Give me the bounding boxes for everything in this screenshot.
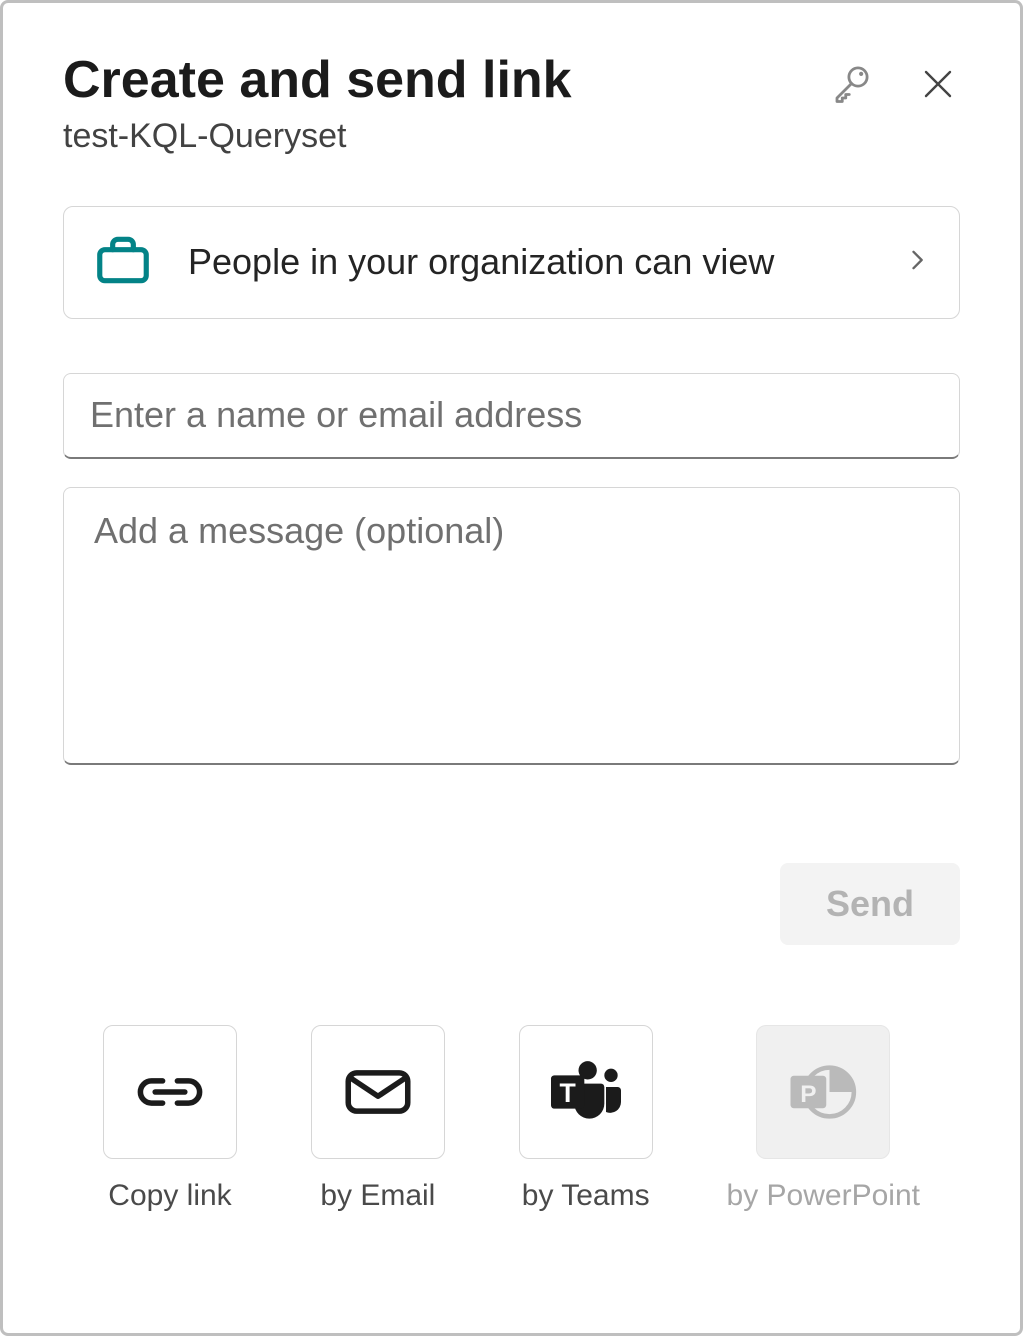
by-teams-option[interactable]: T by Teams bbox=[519, 1025, 653, 1213]
chevron-right-icon bbox=[903, 246, 931, 279]
send-row: Send bbox=[63, 863, 960, 945]
teams-tile: T bbox=[519, 1025, 653, 1159]
svg-text:P: P bbox=[801, 1081, 817, 1108]
message-input[interactable] bbox=[63, 487, 960, 765]
copy-link-label: Copy link bbox=[108, 1179, 231, 1213]
by-email-option[interactable]: by Email bbox=[311, 1025, 445, 1213]
send-button[interactable]: Send bbox=[780, 863, 960, 945]
close-button[interactable] bbox=[916, 62, 960, 106]
share-options: Copy link by Email T bbox=[63, 1025, 960, 1213]
powerpoint-tile: P bbox=[756, 1025, 890, 1159]
email-tile bbox=[311, 1025, 445, 1159]
powerpoint-icon: P bbox=[784, 1057, 862, 1127]
by-powerpoint-option[interactable]: P by PowerPoint bbox=[727, 1025, 920, 1213]
copy-link-option[interactable]: Copy link bbox=[103, 1025, 237, 1213]
link-icon bbox=[133, 1067, 207, 1117]
briefcase-icon bbox=[92, 229, 154, 296]
share-dialog: Create and send link test-KQL-Queryset bbox=[0, 0, 1023, 1336]
by-powerpoint-label: by PowerPoint bbox=[727, 1179, 920, 1213]
by-email-label: by Email bbox=[320, 1179, 435, 1213]
manage-access-button[interactable] bbox=[826, 59, 876, 109]
by-teams-label: by Teams bbox=[522, 1179, 650, 1213]
dialog-title: Create and send link bbox=[63, 51, 572, 111]
recipient-input[interactable] bbox=[63, 373, 960, 459]
permission-selector[interactable]: People in your organization can view bbox=[63, 206, 960, 319]
copy-link-tile bbox=[103, 1025, 237, 1159]
svg-text:T: T bbox=[559, 1078, 575, 1108]
teams-icon: T bbox=[546, 1057, 626, 1127]
dialog-subtitle: test-KQL-Queryset bbox=[63, 117, 960, 156]
permission-text: People in your organization can view bbox=[188, 238, 869, 287]
header-actions bbox=[826, 59, 960, 109]
key-icon bbox=[830, 63, 872, 105]
email-icon bbox=[344, 1066, 412, 1118]
dialog-header: Create and send link bbox=[63, 51, 960, 111]
close-icon bbox=[920, 66, 956, 102]
